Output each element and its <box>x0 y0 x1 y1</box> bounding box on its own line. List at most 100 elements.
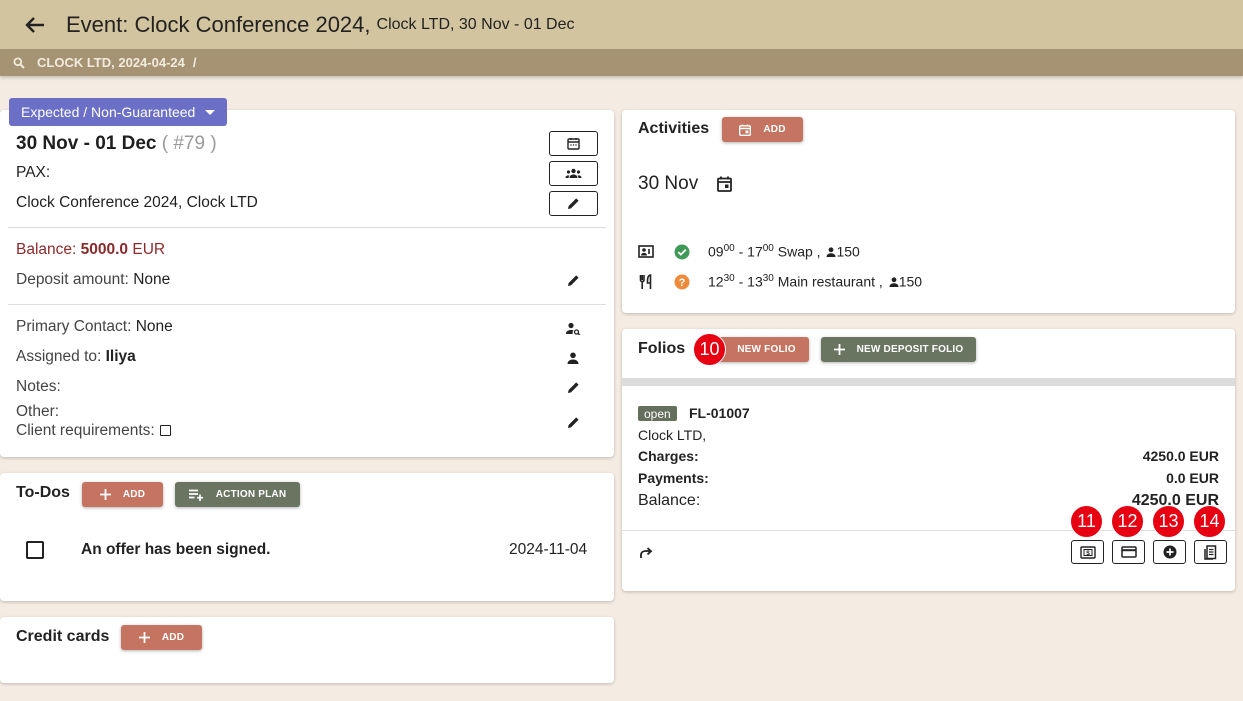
activity-row-1[interactable]: 0900 - 1700 Swap , 150 <box>708 243 860 260</box>
deposit-value: None <box>133 271 171 288</box>
calendar-today-icon[interactable] <box>716 176 732 192</box>
calendar-button[interactable] <box>549 131 598 156</box>
plus-icon <box>833 344 845 355</box>
groups-button[interactable] <box>549 161 598 186</box>
add-charge-button[interactable] <box>1153 540 1186 564</box>
search-icon[interactable] <box>13 56 27 70</box>
divider <box>622 530 1235 531</box>
todos-title: To-Dos <box>16 484 70 501</box>
check-circle-icon <box>674 244 690 260</box>
balance-currency: EUR <box>132 241 166 258</box>
cash-payment-button[interactable]: $ <box>1071 540 1104 564</box>
credit-card-icon <box>1120 546 1137 558</box>
folio-balance-label: Balance: <box>638 492 701 509</box>
activity-end-minute: 30 <box>762 273 774 284</box>
folio-client: Clock LTD, <box>638 427 707 443</box>
new-deposit-folio-button[interactable]: NEW DEPOSIT FOLIO <box>821 337 976 362</box>
calendar-icon <box>567 138 580 150</box>
activity-start-minute: 00 <box>723 243 735 254</box>
activity-date: 30 Nov <box>638 173 699 194</box>
pencil-icon <box>568 198 579 209</box>
person-icon[interactable] <box>565 350 581 366</box>
invoice-button[interactable] <box>1194 540 1227 564</box>
share-forward-icon[interactable] <box>638 545 654 561</box>
folio-tab-strip <box>622 378 1235 386</box>
person-icon <box>889 277 899 287</box>
credit-cards-title: Credit cards <box>16 628 110 645</box>
edit-deposit-pencil-icon[interactable] <box>565 272 581 288</box>
balance-row: Balance: 5000.0 EUR <box>16 241 165 259</box>
action-plan-label: ACTION PLAN <box>215 489 287 500</box>
primary-contact-value: None <box>135 318 173 335</box>
restaurant-icon <box>638 274 654 290</box>
client-requirements-checkbox[interactable] <box>159 425 171 436</box>
event-date-range: 30 Nov - 01 Dec <box>16 133 157 154</box>
todo-date: 2024-11-04 <box>509 541 588 558</box>
payments-label: Payments: <box>638 470 709 486</box>
page-subtitle: Clock LTD, 30 Nov - 01 Dec <box>376 15 575 33</box>
edit-other-pencil-icon[interactable] <box>565 414 581 430</box>
page-title: Event: Clock Conference 2024, <box>66 11 371 37</box>
event-dates: 30 Nov - 01 Dec ( #79 ) <box>16 133 217 155</box>
deposit-row: Deposit amount: None <box>16 271 170 289</box>
credit-cards-card <box>0 617 614 683</box>
add-todo-button[interactable]: ADD <box>82 482 163 507</box>
event-calendar-icon <box>739 124 752 136</box>
breadcrumb-item[interactable]: CLOCK LTD, 2024-04-24 <box>37 55 185 70</box>
plus-icon <box>138 632 150 643</box>
groups-icon <box>565 168 582 178</box>
folios-title: Folios <box>638 340 686 357</box>
edit-event-button[interactable] <box>549 191 598 216</box>
receipt-icon <box>1204 544 1217 560</box>
status-dropdown[interactable]: Expected / Non-Guaranteed <box>9 98 227 126</box>
new-deposit-folio-label: NEW DEPOSIT FOLIO <box>856 344 964 355</box>
svg-text:$: $ <box>1086 550 1090 557</box>
activity-start-hour: 12 <box>708 273 724 290</box>
card-payment-button[interactable] <box>1112 540 1145 564</box>
divider <box>8 227 606 228</box>
marker-badge: 11 <box>1070 505 1103 538</box>
action-plan-button[interactable]: ACTION PLAN <box>175 482 300 507</box>
pax-label: PAX: <box>16 164 51 181</box>
charges-label: Charges: <box>638 448 699 464</box>
back-arrow-icon[interactable] <box>20 10 50 40</box>
deposit-label: Deposit amount: <box>16 271 129 288</box>
other-label: Other: <box>16 403 60 420</box>
activities-title: Activities <box>638 120 710 137</box>
primary-contact-row: Primary Contact: None <box>16 318 173 336</box>
activity-end-minute: 00 <box>762 243 774 254</box>
assigned-row: Assigned to: Iliya <box>16 348 136 366</box>
activity-place: Main restaurant , <box>777 273 883 290</box>
add-activity-label: ADD <box>763 124 786 135</box>
add-credit-card-label: ADD <box>161 632 185 643</box>
balance-value: 5000.0 <box>80 241 129 258</box>
breadcrumb-separator: / <box>192 55 197 70</box>
breadcrumb: CLOCK LTD, 2024-04-24 / <box>0 49 1243 76</box>
balance-label: Balance: <box>16 241 77 258</box>
app-header: Event: Clock Conference 2024, Clock LTD,… <box>0 0 1243 49</box>
event-number: ( #79 ) <box>161 133 217 154</box>
primary-contact-label: Primary Contact: <box>16 318 132 335</box>
todo-checkbox[interactable] <box>26 541 44 559</box>
add-activity-button[interactable]: ADD <box>722 117 803 142</box>
person-search-icon[interactable] <box>565 320 581 336</box>
add-circle-icon <box>1163 545 1176 559</box>
activity-pax: 150 <box>836 243 860 260</box>
question-circle-icon: ? <box>674 274 690 290</box>
plus-icon <box>99 489 111 500</box>
marker-badge: 10 <box>693 333 726 366</box>
assigned-value: Iliya <box>105 348 136 365</box>
status-label: Expected / Non-Guaranteed <box>21 104 196 120</box>
meeting-room-icon <box>638 244 654 260</box>
activity-start-hour: 09 <box>708 243 724 260</box>
marker-badge: 13 <box>1152 505 1185 538</box>
activity-row-2[interactable]: 1230 - 1330 Main restaurant , 150 <box>708 273 922 290</box>
folio-id[interactable]: FL-01007 <box>689 405 750 421</box>
activity-start-minute: 30 <box>723 273 735 284</box>
edit-notes-pencil-icon[interactable] <box>565 379 581 395</box>
notes-label: Notes: <box>16 378 61 395</box>
person-icon <box>826 247 836 257</box>
folio-status-badge: open <box>638 406 677 421</box>
add-todo-label: ADD <box>122 489 146 500</box>
add-credit-card-button[interactable]: ADD <box>121 625 202 650</box>
